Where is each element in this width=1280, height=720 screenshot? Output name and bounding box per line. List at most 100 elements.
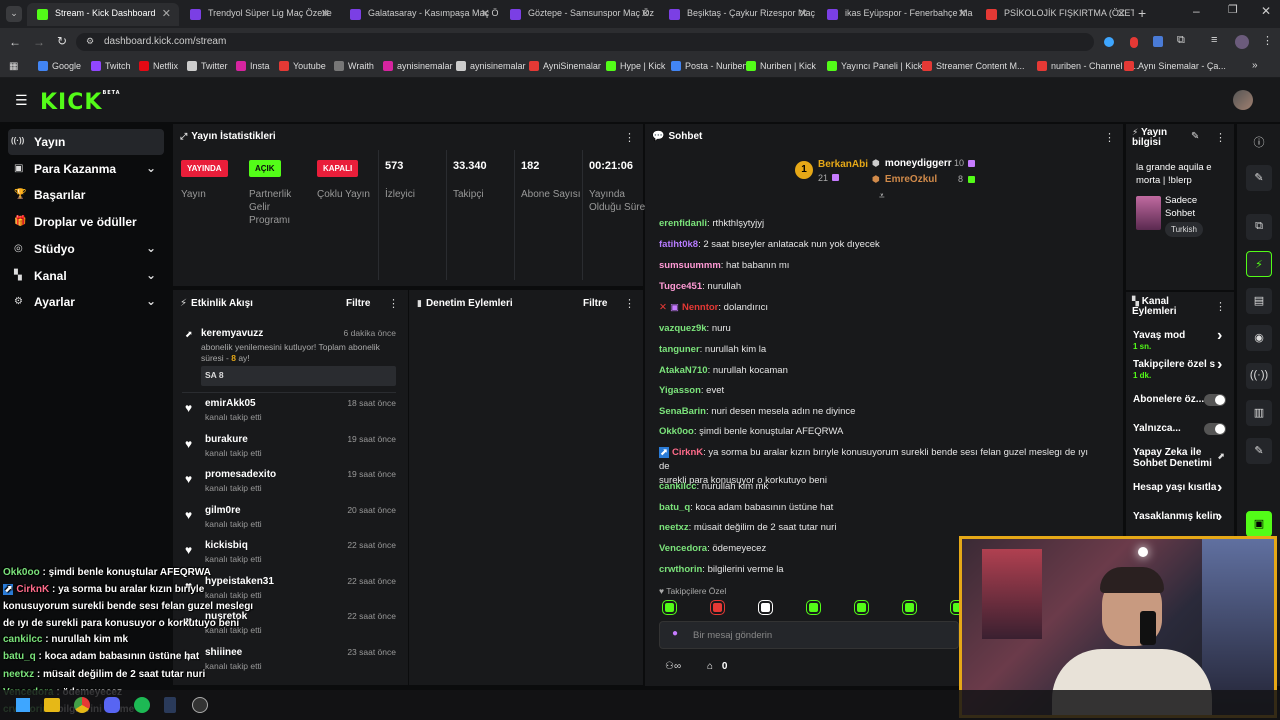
chat-username[interactable]: Yigasson [659,385,701,396]
chat-input[interactable]: ● Bir mesaj gönderin [659,621,959,649]
bookmark-item[interactable]: Insta [236,61,270,71]
tab-close-icon[interactable]: ✕ [958,7,967,20]
maximize-icon[interactable]: ❐ [1228,3,1238,16]
extension-icon-1[interactable] [1104,37,1114,47]
chat-username[interactable]: fatiht0k8 [659,239,698,250]
sidebar-item[interactable]: ▣ Para Kazanma ⌄ [8,156,164,182]
broadcast-rail-icon[interactable]: ((·)) [1246,363,1272,389]
chevron-right-icon[interactable]: › [1217,509,1222,525]
apps-grid-icon[interactable]: ▦ [9,61,18,72]
chat-username[interactable]: SenaBarin [659,406,706,417]
extensions-puzzle-icon[interactable]: ⧉ [1177,34,1185,47]
bookmark-item[interactable]: Yayıncı Paneli | Kick [827,61,922,71]
chat-username[interactable]: neetxz [659,522,689,533]
bookmark-item[interactable]: Netflix [139,61,178,71]
chat-username[interactable]: tanguner [659,344,700,355]
chat-menu-icon[interactable]: ⋮ [1104,131,1115,144]
bookmark-item[interactable]: Youtube [279,61,326,71]
tab-close-icon[interactable]: ✕ [799,7,808,20]
browser-tab[interactable]: Göztepe - Samsunspor Maç Öz ✕ [500,3,658,26]
emote-icon[interactable] [711,601,724,614]
activity-filter-button[interactable]: Filtre [346,298,370,309]
sidebar-item[interactable]: ⚙ Ayarlar ⌄ [8,289,164,315]
extension-icon-2[interactable] [1130,37,1138,48]
media-controls-icon[interactable]: ≡ [1211,34,1217,46]
tab-close-icon[interactable]: ✕ [321,7,330,20]
stream-info-menu-icon[interactable]: ⋮ [1215,131,1226,144]
info-icon[interactable]: ⓘ [1246,128,1272,154]
windows-start-icon[interactable] [16,698,30,712]
browser-menu-icon[interactable]: ⋮ [1262,34,1273,47]
chat-username[interactable]: crwthorin [659,564,702,575]
bookmark-item[interactable]: Google [38,61,81,71]
chat-username[interactable]: Vencedora [659,543,707,554]
green-action-icon[interactable]: ▣ [1246,511,1272,537]
chat-username[interactable]: erenfidanli [659,218,707,229]
channel-actions-menu-icon[interactable]: ⋮ [1215,300,1226,313]
collapse-leaderboard-icon[interactable]: ⩡ [879,191,885,202]
chevron-right-icon[interactable]: › [1217,357,1222,373]
chat-username[interactable]: vazquez9k [659,323,707,334]
browser-tab[interactable]: ikas Eyüpspor - Fenerbahçe Ma ✕ [817,3,975,26]
channel-action-item[interactable]: Yapay Zeka ile Sohbet Denetimi ⬈ [1133,447,1227,469]
crop-icon[interactable]: ⧉ [1246,214,1272,240]
sidebar-item[interactable]: 🎁 Droplar ve ödüller [8,209,164,235]
chat-username[interactable]: CirknK [672,447,703,458]
chat-username[interactable]: Tugce451 [659,281,702,292]
kick-logo[interactable]: KICKBETA [40,90,121,115]
site-info-icon[interactable]: ⚙ [86,36,94,47]
tools-icon[interactable]: ✎ [1246,438,1272,464]
channel-action-item[interactable]: Yalnızca... [1133,423,1227,435]
toggle-switch[interactable] [1204,394,1226,406]
chat-settings-icon[interactable]: ⚇∞ [665,661,681,672]
minimize-icon[interactable]: – [1193,4,1200,18]
sidebar-item[interactable]: ◎ Stüdyo ⌄ [8,236,164,262]
browser-tab[interactable]: Stream - Kick Dashboard ✕ [27,3,179,26]
bookmark-item[interactable]: Posta - Nuriben [671,61,748,71]
emote-icon[interactable] [759,601,772,614]
bookmark-item[interactable]: aynisinemalar [456,61,526,71]
chevron-down-icon[interactable]: ⌄ [146,294,156,308]
app-icon[interactable] [164,697,176,713]
channel-points[interactable]: ⌂ 0 [707,661,727,672]
reload-icon[interactable]: ↻ [57,34,67,48]
bookmark-item[interactable]: Aynı Sinemalar - Ça... [1124,61,1226,71]
moderation-filter-button[interactable]: Filtre [583,298,607,309]
file-explorer-icon[interactable] [44,698,60,712]
quick-action-icon[interactable]: ⚡ [1246,251,1272,277]
bookmark-item[interactable]: Hype | Kick [606,61,665,71]
category-name[interactable]: Sadece Sohbet [1165,194,1225,220]
activity-menu-icon[interactable]: ⋮ [388,297,399,310]
browser-tab[interactable]: Galatasaray - Kasımpaşa Maç Ö ✕ [340,3,498,26]
tab-close-icon[interactable]: ✕ [481,7,490,20]
chat-username[interactable]: Okk0oo [659,426,694,437]
hamburger-menu-icon[interactable]: ☰ [15,92,28,109]
edit-pencil-icon[interactable]: ✎ [1191,131,1199,142]
bookmark-item[interactable]: aynisinemalar [383,61,453,71]
chat-icon[interactable]: ◉ [1246,325,1272,351]
chat-username[interactable]: cankilcc [659,481,697,492]
channel-action-item[interactable]: Yavaş mod 1 sn. › [1133,328,1227,352]
sidebar-item[interactable]: 🏆 Başarılar [8,182,164,208]
browser-tab[interactable]: PSİKOLOJİK FIŞKIRTMA (ÖZET_ ✕ [976,3,1134,26]
tab-close-icon[interactable]: ✕ [162,7,171,20]
emote-icon[interactable] [855,601,868,614]
profile-avatar-icon[interactable] [1235,35,1249,49]
toggle-switch[interactable] [1204,423,1226,435]
channel-action-item[interactable]: Yasaklanmış kelin › [1133,509,1227,525]
browser-tab[interactable]: Beşiktaş - Çaykur Rizespor Maç ✕ [659,3,816,26]
stats-menu-icon[interactable]: ⋮ [624,131,635,144]
bookmark-item[interactable]: Wraith [334,61,374,71]
tab-close-icon[interactable]: ✕ [641,7,650,20]
mic-icon[interactable]: ● [672,628,678,639]
external-link-icon[interactable]: ⬈ [1217,451,1225,462]
emote-icon[interactable] [903,601,916,614]
bookmark-item[interactable]: AyniSinemalar [529,61,601,71]
chevron-down-icon[interactable]: ⌄ [146,241,156,255]
layout-icon[interactable]: ▥ [1246,400,1272,426]
channel-action-item[interactable]: Hesap yaşı kısıtla › [1133,480,1227,496]
bookmark-item[interactable]: Twitter [187,61,228,71]
chrome-icon[interactable] [74,697,90,713]
moderation-menu-icon[interactable]: ⋮ [624,297,635,310]
bookmark-item[interactable]: Streamer Content M... [922,61,1025,71]
